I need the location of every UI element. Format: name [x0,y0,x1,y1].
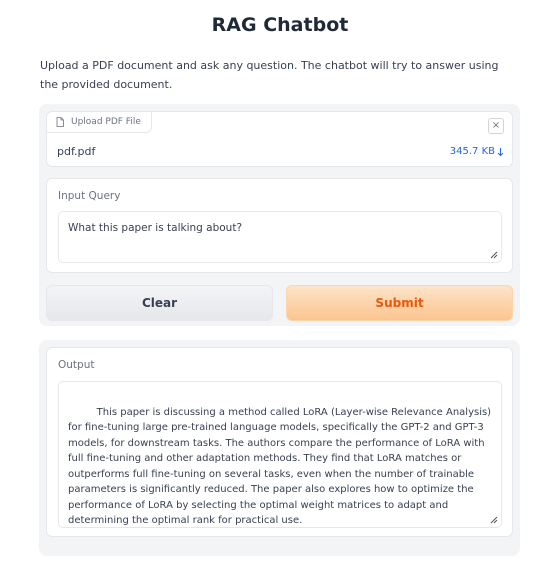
file-upload-label-text: Upload PDF File [71,117,141,127]
query-input[interactable]: What this paper is talking about? [58,211,502,263]
submit-button[interactable]: Submit [286,285,513,321]
output-label: Output [58,359,95,371]
output-text: This paper is discussing a method called… [68,406,495,527]
output-block: Output This paper is discussing a method… [46,347,513,537]
file-download-link[interactable]: 345.7 KB [450,146,504,157]
file-size[interactable]: 345.7 KB [450,146,495,157]
query-input-value[interactable]: What this paper is talking about? [68,222,242,234]
input-query-block: Input Query What this paper is talking a… [46,178,513,273]
file-name: pdf.pdf [57,145,96,158]
resize-handle-icon[interactable] [490,251,498,259]
resize-handle-icon[interactable] [490,516,498,524]
close-icon[interactable]: × [488,118,504,134]
file-upload-label: Upload PDF File [46,111,152,133]
page-title: RAG Chatbot [211,14,349,36]
download-arrow-icon[interactable] [497,147,504,157]
uploaded-file-row: pdf.pdf 345.7 KB [57,145,504,158]
input-panel: Upload PDF File × pdf.pdf 345.7 KB Input… [39,104,520,326]
page-description: Upload a PDF document and ask any questi… [40,59,499,91]
output-textarea[interactable]: This paper is discussing a method called… [58,381,502,528]
output-panel: Output This paper is discussing a method… [39,340,520,556]
input-query-label: Input Query [58,190,121,202]
file-icon [56,117,64,127]
file-upload-block[interactable]: Upload PDF File × pdf.pdf 345.7 KB [46,111,513,167]
page: RAG Chatbot Upload a PDF document and as… [0,0,560,582]
clear-button[interactable]: Clear [46,285,273,321]
